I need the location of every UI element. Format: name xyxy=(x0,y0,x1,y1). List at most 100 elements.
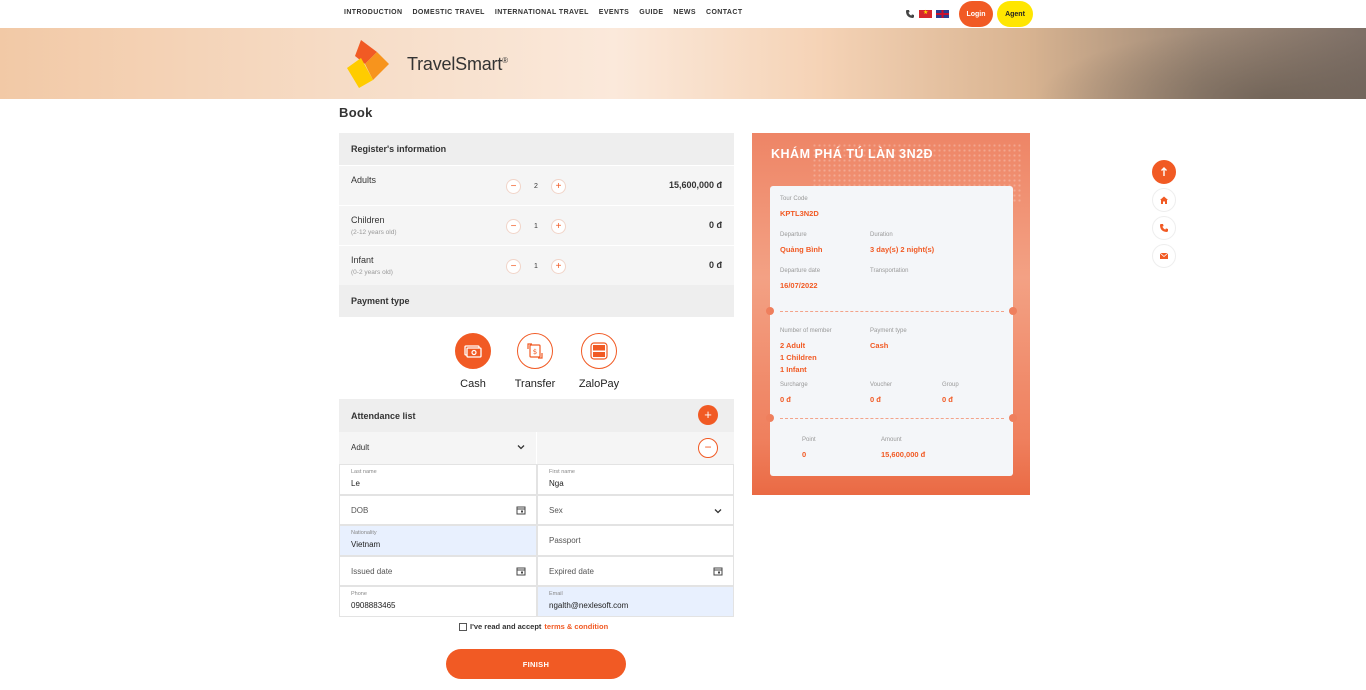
remove-attendee-button[interactable]: − xyxy=(698,438,718,458)
pax-age-note: (0-2 years old) xyxy=(351,269,393,276)
vietnamese-flag-icon[interactable] xyxy=(919,9,932,18)
attendance-title: Attendance list xyxy=(351,411,416,421)
nav-events[interactable]: EVENTS xyxy=(599,9,629,16)
phone-icon xyxy=(1160,224,1168,232)
pax-row-infant: Infant (0-2 years old) − 1 + 0 đ xyxy=(339,245,734,285)
call-button[interactable] xyxy=(1152,216,1176,240)
quantity-value: 1 xyxy=(534,223,538,230)
home-button[interactable] xyxy=(1152,188,1176,212)
passport-field[interactable]: Passport xyxy=(537,525,734,556)
scroll-top-button[interactable] xyxy=(1152,160,1176,184)
decrease-button[interactable]: − xyxy=(506,219,521,234)
payment-option-cash[interactable]: Cash xyxy=(443,333,503,390)
ticket-divider xyxy=(780,311,1004,312)
calendar-icon[interactable] xyxy=(713,566,723,576)
field-value: Nga xyxy=(549,479,564,488)
members-children: 1 Children xyxy=(780,353,817,362)
pax-label: Children xyxy=(351,215,385,225)
transfer-icon: $ xyxy=(517,333,553,369)
pax-price: 0 đ xyxy=(708,220,722,230)
members-adult: 2 Adult xyxy=(780,341,806,350)
amount-value: 15,600,000 đ xyxy=(881,450,926,459)
first-name-field[interactable]: First name Nga xyxy=(537,464,734,495)
expired-date-field[interactable]: Expired date xyxy=(537,555,734,586)
terms-link[interactable]: terms & condition xyxy=(544,622,608,631)
dob-field[interactable]: DOB xyxy=(339,494,537,525)
phone-icon[interactable] xyxy=(905,9,915,19)
field-value: Vietnam xyxy=(351,540,381,549)
field-placeholder: Sex xyxy=(549,505,563,515)
field-caption: Nationality xyxy=(351,530,377,536)
top-bar: INTRODUCTION DOMESTIC TRAVEL INTERNATION… xyxy=(0,0,1366,28)
payment-value: Cash xyxy=(870,341,889,350)
members-infant: 1 Infant xyxy=(780,365,807,374)
login-button[interactable]: Login xyxy=(959,1,993,27)
tour-code-caption: Tour Code xyxy=(780,196,808,202)
departure-caption: Departure xyxy=(780,232,807,238)
chevron-down-icon xyxy=(517,445,525,450)
nav-international-travel[interactable]: INTERNATIONAL TRAVEL xyxy=(495,9,589,16)
ticket-divider xyxy=(780,418,1004,419)
floating-actions xyxy=(1152,160,1176,272)
departure-date-value: 16/07/2022 xyxy=(780,281,818,290)
field-value: Le xyxy=(351,479,360,488)
pax-label: Infant xyxy=(351,255,374,265)
increase-button[interactable]: + xyxy=(551,219,566,234)
decrease-button[interactable]: − xyxy=(506,259,521,274)
terms-checkbox[interactable] xyxy=(459,622,467,631)
nationality-field[interactable]: Nationality Vietnam xyxy=(339,525,537,556)
calendar-icon[interactable] xyxy=(516,566,526,576)
ticket-notch xyxy=(1009,414,1017,422)
pax-age-note: (2-12 years old) xyxy=(351,229,397,236)
departure-value: Quảng Bình xyxy=(780,245,823,254)
nav-introduction[interactable]: INTRODUCTION xyxy=(344,9,402,16)
email-button[interactable] xyxy=(1152,244,1176,268)
duration-value: 3 day(s) 2 night(s) xyxy=(870,245,935,254)
surcharge-caption: Surcharge xyxy=(780,382,808,388)
quantity-value: 1 xyxy=(534,263,538,270)
last-name-field[interactable]: Last name Le xyxy=(339,464,537,495)
payment-option-transfer[interactable]: $ Transfer xyxy=(505,333,565,390)
mail-icon xyxy=(1159,252,1169,259)
english-flag-icon[interactable] xyxy=(936,10,949,18)
group-value: 0 đ xyxy=(942,395,953,404)
email-field[interactable]: Email ngalth@nexlesoft.com xyxy=(537,586,734,617)
voucher-value: 0 đ xyxy=(870,395,881,404)
nav-guide[interactable]: GUIDE xyxy=(639,9,663,16)
register-info-heading: Register's information xyxy=(339,133,734,165)
attendee-type-select[interactable]: Adult xyxy=(339,432,537,464)
nav-news[interactable]: NEWS xyxy=(673,9,696,16)
ticket-notch xyxy=(766,414,774,422)
finish-button[interactable]: FINISH xyxy=(446,649,626,679)
pax-price: 0 đ xyxy=(708,260,722,270)
group-caption: Group xyxy=(942,382,959,388)
payment-option-label: Cash xyxy=(460,378,486,390)
increase-button[interactable]: + xyxy=(551,179,566,194)
zalopay-icon xyxy=(581,333,617,369)
add-attendee-button[interactable]: + xyxy=(698,405,718,425)
payment-option-zalopay[interactable]: ZaloPay xyxy=(569,333,629,390)
page-title: Book xyxy=(339,105,373,120)
amount-caption: Amount xyxy=(881,437,902,443)
terms-agreement: I've read and accept terms & condition xyxy=(459,622,608,631)
nav-contact[interactable]: CONTACT xyxy=(706,9,743,16)
booking-form: Register's information Adults − 2 + 15,6… xyxy=(339,133,734,617)
increase-button[interactable]: + xyxy=(551,259,566,274)
members-caption: Number of member xyxy=(780,328,832,334)
attendee-type-row: Adult − xyxy=(339,432,734,464)
agent-button[interactable]: Agent xyxy=(997,1,1033,27)
field-value: ngalth@nexlesoft.com xyxy=(549,601,629,610)
decrease-button[interactable]: − xyxy=(506,179,521,194)
nav-domestic-travel[interactable]: DOMESTIC TRAVEL xyxy=(412,9,484,16)
site-logo[interactable]: TravelSmart® xyxy=(343,38,508,90)
sex-select[interactable]: Sex xyxy=(537,494,734,525)
pax-price: 15,600,000 đ xyxy=(668,180,722,190)
transportation-caption: Transportation xyxy=(870,268,909,274)
issued-date-field[interactable]: Issued date xyxy=(339,555,537,586)
calendar-icon[interactable] xyxy=(516,505,526,515)
phone-field[interactable]: Phone 0908883465 xyxy=(339,586,537,617)
surcharge-value: 0 đ xyxy=(780,395,791,404)
departure-date-caption: Departure date xyxy=(780,268,821,274)
tour-code-value: KPTL3N2D xyxy=(780,209,819,218)
ticket-notch xyxy=(1009,307,1017,315)
